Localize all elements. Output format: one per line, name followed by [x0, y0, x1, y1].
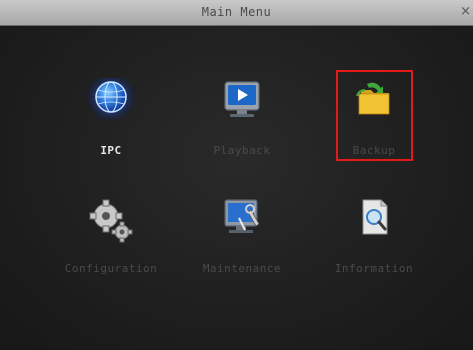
menu-item-ipc[interactable]: IPC [41, 78, 181, 188]
maintenance-wrench-monitor-icon [224, 199, 260, 233]
menu-item-label-information: Information [334, 262, 414, 275]
menu-item-label-maintenance: Maintenance [202, 262, 282, 275]
gears-icon [89, 199, 133, 243]
menu-item-information[interactable]: Information [304, 196, 444, 306]
menu-item-maintenance[interactable]: Maintenance [172, 196, 312, 306]
selection-highlight-frame [336, 70, 413, 161]
playback-monitor-icon [224, 81, 260, 117]
title-bar: Main Menu × [0, 0, 473, 26]
menu-item-playback[interactable]: Playback [172, 78, 312, 188]
close-icon[interactable]: × [460, 4, 471, 19]
menu-item-configuration[interactable]: Configuration [41, 196, 181, 306]
main-menu-screen: Main Menu × IPC Playback Backup Configur… [0, 0, 473, 350]
window-title: Main Menu [201, 5, 272, 19]
ipc-globe-icon [84, 78, 138, 124]
menu-item-label-ipc: IPC [100, 144, 122, 157]
information-magnifier-icon [362, 199, 388, 235]
menu-item-label-playback: Playback [213, 144, 271, 157]
menu-item-label-configuration: Configuration [64, 262, 158, 275]
